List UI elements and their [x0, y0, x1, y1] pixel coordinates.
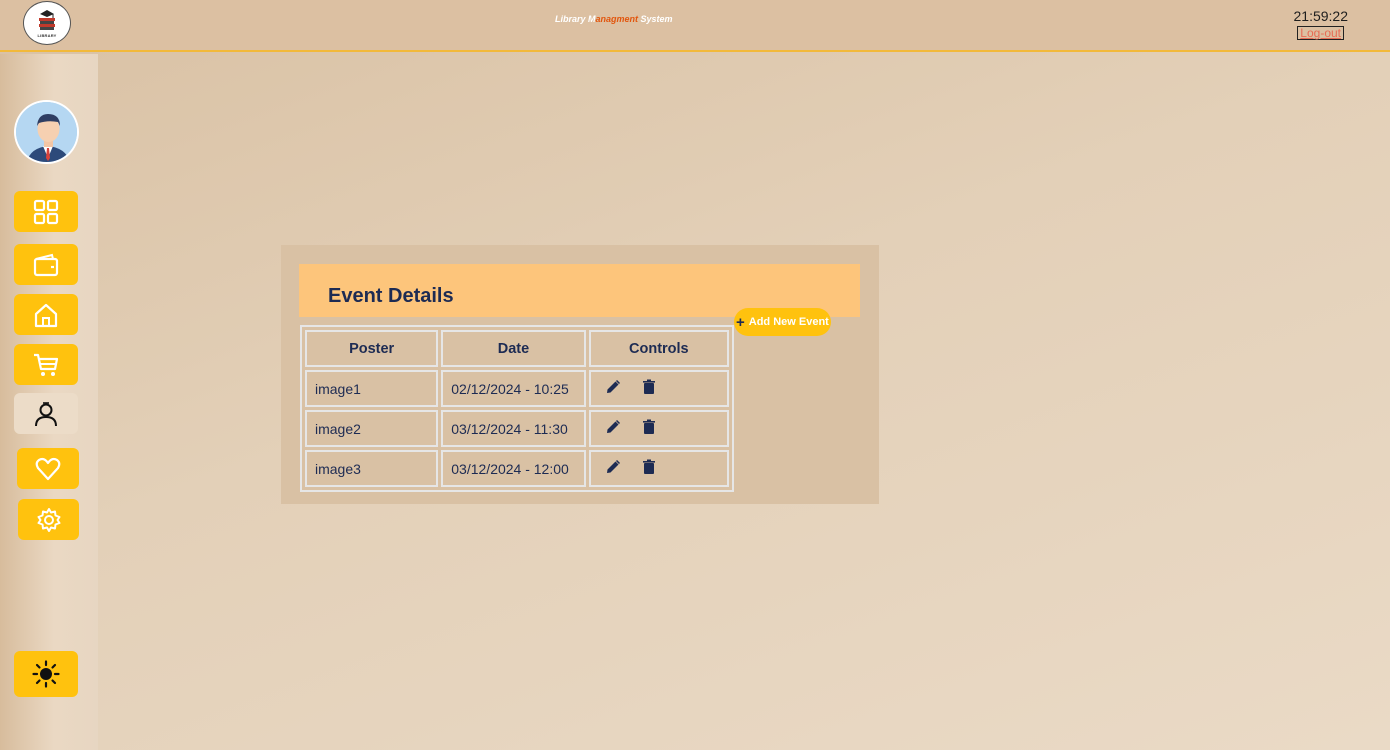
controls-cell — [588, 410, 729, 447]
user-icon — [35, 401, 57, 426]
table-header-row: Poster Date Controls — [305, 330, 729, 367]
column-header-controls: Controls — [588, 330, 729, 367]
add-new-event-label: Add New Event — [748, 316, 829, 328]
logout-button[interactable]: Log-out — [1297, 26, 1344, 40]
event-panel: Event Details + Add New Event Poster Dat… — [281, 245, 879, 504]
library-logo: LIBRARY — [23, 1, 71, 45]
cart-icon — [34, 353, 59, 376]
table-row: image3 03/12/2024 - 12:00 — [305, 450, 729, 487]
sun-icon — [32, 660, 60, 688]
delete-icon[interactable] — [641, 379, 657, 395]
heart-icon — [35, 457, 61, 480]
add-new-event-button[interactable]: + Add New Event — [734, 308, 831, 336]
books-logo-icon — [39, 10, 55, 30]
poster-cell: image1 — [305, 370, 439, 407]
controls-cell — [588, 450, 729, 487]
edit-icon[interactable] — [605, 379, 621, 395]
table-row: image1 02/12/2024 - 10:25 — [305, 370, 729, 407]
delete-icon[interactable] — [641, 459, 657, 475]
clock: 21:59:22 — [1293, 8, 1349, 24]
panel-title: Event Details — [328, 285, 454, 307]
controls-cell — [588, 370, 729, 407]
column-header-poster: Poster — [305, 330, 439, 367]
top-bar: LIBRARY Library Managment System 21:59:2… — [0, 0, 1390, 52]
sidebar-item-wallet[interactable] — [14, 244, 78, 285]
table-row: image2 03/12/2024 - 11:30 — [305, 410, 729, 447]
poster-cell: image3 — [305, 450, 439, 487]
date-cell: 03/12/2024 - 12:00 — [441, 450, 586, 487]
wallet-icon — [33, 253, 59, 276]
edit-icon[interactable] — [605, 459, 621, 475]
app-title-prefix: Library M — [555, 14, 596, 24]
gear-icon — [37, 507, 60, 532]
events-table: Poster Date Controls image1 02/12/2024 -… — [300, 325, 734, 492]
theme-toggle-button[interactable] — [14, 651, 78, 697]
plus-icon: + — [736, 313, 745, 331]
app-title-suffix: System — [638, 14, 673, 24]
home-icon — [34, 303, 58, 327]
avatar[interactable] — [14, 100, 79, 164]
sidebar-item-user[interactable] — [14, 393, 78, 434]
date-cell: 02/12/2024 - 10:25 — [441, 370, 586, 407]
logo-caption: LIBRARY — [37, 33, 57, 38]
date-cell: 03/12/2024 - 11:30 — [441, 410, 586, 447]
poster-cell: image2 — [305, 410, 439, 447]
edit-icon[interactable] — [605, 419, 621, 435]
sidebar-item-home[interactable] — [14, 294, 78, 335]
app-title-accent: anagment — [595, 14, 639, 24]
delete-icon[interactable] — [641, 419, 657, 435]
app-title: Library Managment System — [555, 14, 673, 24]
sidebar-item-settings[interactable] — [18, 499, 79, 540]
column-header-date: Date — [441, 330, 586, 367]
sidebar-item-favorites[interactable] — [17, 448, 79, 489]
sidebar-item-cart[interactable] — [14, 344, 78, 385]
sidebar-item-dashboard[interactable] — [14, 191, 78, 232]
grid-icon — [33, 199, 59, 224]
